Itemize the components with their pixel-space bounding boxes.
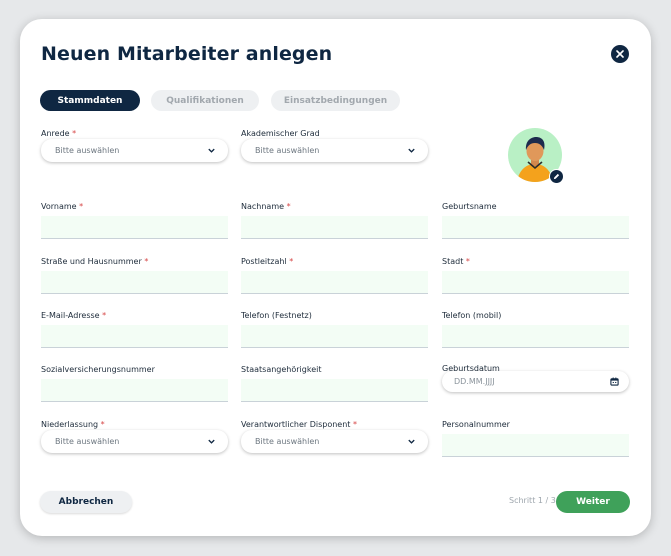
personalnummer-input[interactable] <box>442 434 629 457</box>
pencil-icon <box>553 173 560 180</box>
nachname-label: Nachname * <box>241 202 291 211</box>
close-button[interactable] <box>611 45 629 63</box>
niederlassung-select[interactable]: Bitte auswählen <box>41 430 228 453</box>
geburtsdatum-input[interactable]: DD.MM.JJJJ <box>442 371 629 392</box>
email-label: E-Mail-Adresse * <box>41 311 107 320</box>
tab-einsatzbedingungen[interactable]: Einsatzbedingungen <box>271 90 400 111</box>
next-button[interactable]: Weiter <box>556 491 630 513</box>
personalnummer-label: Personalnummer <box>442 420 510 429</box>
cancel-button[interactable]: Abbrechen <box>40 491 132 513</box>
disponent-label: Verantwortlicher Disponent * <box>241 420 357 429</box>
telefon-festnetz-label: Telefon (Festnetz) <box>241 311 312 320</box>
grad-select[interactable]: Bitte auswählen <box>241 139 428 162</box>
tab-qualifikationen[interactable]: Qualifikationen <box>151 90 259 111</box>
chevron-down-icon <box>408 148 415 153</box>
telefon-festnetz-input[interactable] <box>241 325 428 348</box>
email-input[interactable] <box>41 325 228 348</box>
niederlassung-label: Niederlassung * <box>41 420 105 429</box>
step-indicator: Schritt 1 / 3 <box>509 496 556 505</box>
svnr-input[interactable] <box>41 379 228 402</box>
telefon-mobil-input[interactable] <box>442 325 629 348</box>
dialog-title: Neuen Mitarbeiter anlegen <box>41 43 333 65</box>
vorname-input[interactable] <box>41 216 228 239</box>
svnr-label: Sozialversicherungsnummer <box>41 365 155 374</box>
grad-label: Akademischer Grad <box>241 129 320 138</box>
stadt-label: Stadt * <box>442 257 470 266</box>
stadt-input[interactable] <box>442 271 629 294</box>
close-icon <box>616 50 624 58</box>
geburtsname-label: Geburtsname <box>442 202 497 211</box>
nachname-input[interactable] <box>241 216 428 239</box>
edit-avatar-button[interactable] <box>549 169 564 184</box>
telefon-mobil-label: Telefon (mobil) <box>442 311 502 320</box>
disponent-select[interactable]: Bitte auswählen <box>241 430 428 453</box>
plz-input[interactable] <box>241 271 428 294</box>
calendar-icon[interactable] <box>610 377 619 386</box>
anrede-label: Anrede * <box>41 129 77 138</box>
anrede-select[interactable]: Bitte auswählen <box>41 139 228 162</box>
modal-dialog: Neuen Mitarbeiter anlegen Stammdaten Qua… <box>20 19 651 536</box>
vorname-label: Vorname * <box>41 202 84 211</box>
staatsangehoerigkeit-label: Staatsangehörigkeit <box>241 365 322 374</box>
chevron-down-icon <box>208 148 215 153</box>
strasse-label: Straße und Hausnummer * <box>41 257 149 266</box>
staatsangehoerigkeit-input[interactable] <box>241 379 428 402</box>
geburtsname-input[interactable] <box>442 216 629 239</box>
chevron-down-icon <box>208 439 215 444</box>
plz-label: Postleitzahl * <box>241 257 294 266</box>
tab-stammdaten[interactable]: Stammdaten <box>40 90 140 111</box>
strasse-input[interactable] <box>41 271 228 294</box>
chevron-down-icon <box>408 439 415 444</box>
